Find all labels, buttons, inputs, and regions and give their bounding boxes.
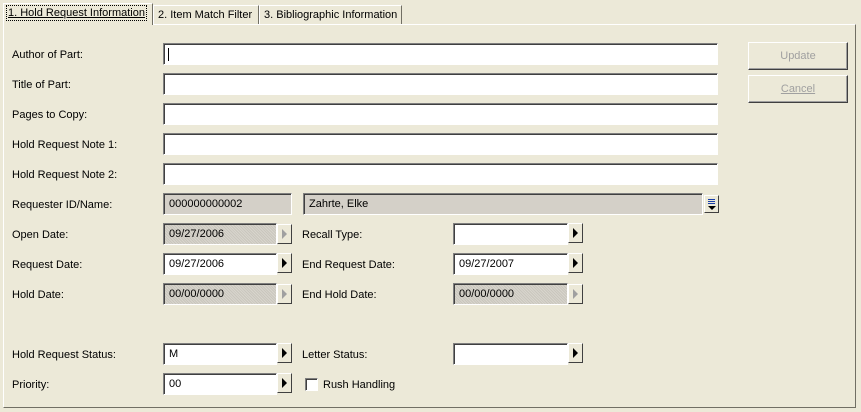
rush-handling-checkbox[interactable] [305, 378, 318, 391]
title-label: Title of Part: [12, 79, 71, 91]
end-hold-date-label: End Hold Date: [302, 289, 377, 301]
arrow-right-icon [573, 289, 578, 299]
status-label: Hold Request Status: [12, 349, 116, 361]
pages-input[interactable] [163, 103, 718, 125]
note1-label: Hold Request Note 1: [12, 139, 118, 151]
tab-hold-request-information[interactable]: 1. Hold Request Information [3, 3, 153, 25]
arrow-right-icon [282, 258, 287, 268]
update-button[interactable]: Update [748, 42, 848, 70]
recall-type-field[interactable] [453, 223, 568, 245]
arrow-right-icon [282, 348, 287, 358]
arrow-right-icon [282, 229, 287, 239]
dropdown-arrow-icon [708, 206, 716, 210]
requester-id-field: 000000000002 [163, 193, 292, 215]
end-hold-date-picker-button [568, 284, 583, 304]
letter-status-label: Letter Status: [302, 349, 368, 361]
cancel-button-label: Cancel [780, 83, 816, 95]
tab-label: 3. Bibliographic Information [264, 9, 398, 21]
open-date-picker-button [277, 224, 292, 244]
arrow-right-icon [282, 378, 287, 388]
open-date-label: Open Date: [12, 229, 69, 241]
author-label: Author of Part: [12, 49, 83, 61]
hold-date-label: Hold Date: [12, 289, 64, 301]
tab-bibliographic-information[interactable]: 3. Bibliographic Information [259, 5, 402, 24]
patron-lookup-button[interactable] [704, 195, 719, 213]
end-request-date-picker-button[interactable] [568, 253, 583, 273]
letter-status-button[interactable] [568, 343, 583, 363]
note2-label: Hold Request Note 2: [12, 169, 118, 181]
list-icon [708, 199, 715, 205]
requester-label: Requester ID/Name: [12, 199, 113, 211]
end-hold-date-field: 00/00/0000 [453, 283, 568, 305]
letter-status-field[interactable] [453, 343, 568, 365]
end-request-date-field[interactable]: 09/27/2007 [453, 253, 568, 275]
status-button[interactable] [277, 343, 292, 363]
tab-item-match-filter[interactable]: 2. Item Match Filter [153, 5, 259, 24]
arrow-right-icon [573, 348, 578, 358]
tab-label: 1. Hold Request Information [6, 5, 147, 21]
arrow-right-icon [573, 258, 578, 268]
update-button-label: Update [780, 50, 816, 62]
hold-date-field: 00/00/0000 [163, 283, 277, 305]
hold-date-picker-button [277, 284, 292, 304]
rush-handling-label: Rush Handling [323, 379, 396, 391]
request-date-label: Request Date: [12, 259, 83, 271]
cancel-button[interactable]: Cancel [748, 75, 848, 103]
priority-label: Priority: [12, 379, 50, 391]
requester-name-field: Zahrte, Elke [303, 193, 703, 215]
recall-type-label: Recall Type: [302, 229, 363, 241]
text-cursor [168, 47, 169, 61]
status-field[interactable]: M [163, 343, 277, 365]
end-request-date-label: End Request Date: [302, 259, 395, 271]
priority-field[interactable]: 00 [163, 373, 277, 395]
request-date-field[interactable]: 09/27/2006 [163, 253, 277, 275]
priority-button[interactable] [277, 373, 292, 393]
author-input[interactable] [163, 43, 718, 65]
note2-input[interactable] [163, 163, 718, 185]
recall-type-button[interactable] [568, 223, 583, 243]
note1-input[interactable] [163, 133, 718, 155]
title-input[interactable] [163, 73, 718, 95]
open-date-field: 09/27/2006 [163, 223, 277, 245]
arrow-right-icon [282, 289, 287, 299]
pages-label: Pages to Copy: [12, 109, 88, 121]
arrow-right-icon [573, 228, 578, 238]
tab-label: 2. Item Match Filter [158, 9, 253, 21]
request-date-picker-button[interactable] [277, 253, 292, 273]
